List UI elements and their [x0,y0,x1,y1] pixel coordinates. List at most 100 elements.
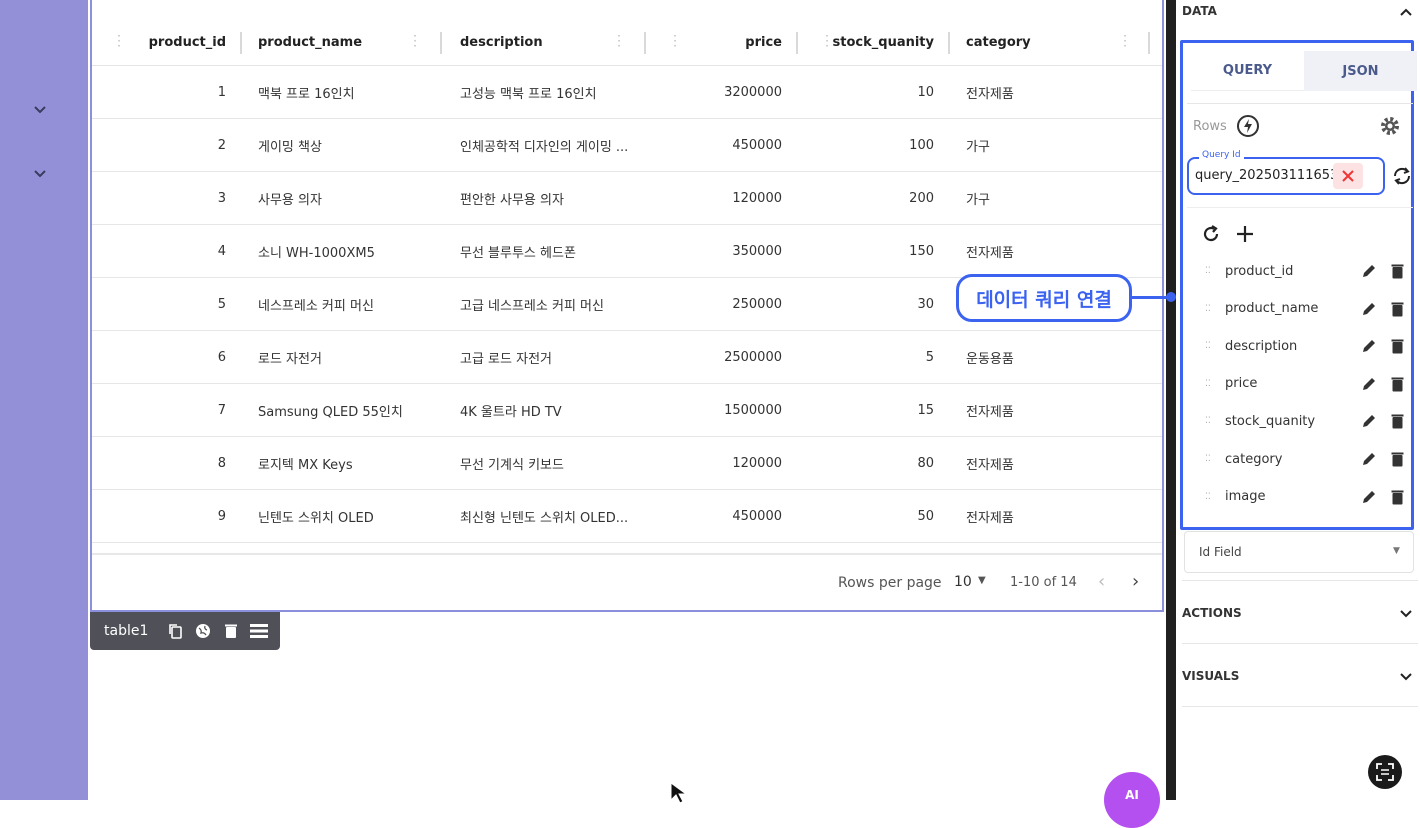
column-resize-handle[interactable] [240,32,242,54]
cell-description: 무선 블루투스 헤드폰 [460,246,576,261]
trash-icon[interactable] [1389,338,1405,354]
divider [1187,103,1413,104]
column-menu-icon[interactable]: · · · [672,30,678,52]
drag-handle-icon[interactable]: ⁚⁚ [1205,342,1213,351]
cell-price: 2500000 [724,350,782,365]
column-resize-handle[interactable] [796,32,798,54]
prev-page-icon[interactable]: ‹ [1098,571,1105,592]
table-row[interactable]: 1 맥북 프로 16인치 고성능 맥북 프로 16인치 3200000 10 전자제품 [92,66,1162,119]
copy-icon[interactable] [166,622,184,640]
column-header-stock-quanity[interactable]: stock_quanity [833,18,934,66]
column-resize-handle[interactable] [644,32,646,54]
lightning-icon[interactable] [1237,115,1259,137]
widget-name[interactable]: table1 [104,623,148,639]
drag-handle-icon[interactable]: ⁚⁚ [1205,304,1213,313]
caret-down-icon[interactable]: ▼ [978,575,986,586]
table-row[interactable]: 4 소니 WH-1000XM5 무선 블루투스 헤드폰 350000 150 전자제품 [92,225,1162,278]
column-header-product-id[interactable]: product_id [132,18,226,66]
divider [1182,706,1418,707]
column-resize-handle[interactable] [948,32,950,54]
field-list: ⁚⁚ product_id ⁚⁚ product_name ⁚⁚ description ⁚… [1187,207,1413,525]
cell-stock: 200 [909,191,934,206]
edit-icon[interactable] [1361,263,1377,279]
edit-icon[interactable] [1361,338,1377,354]
globe-icon[interactable] [194,622,212,640]
table-row[interactable]: 9 닌텐도 스위치 OLED 최신형 닌텐도 스위치 OLED... 450000 50… [92,490,1162,543]
chevron-up-icon[interactable] [1398,4,1414,20]
column-resize-handle[interactable] [1148,32,1150,54]
drag-handle-icon[interactable]: ⁚⁚ [1205,267,1213,276]
cell-price: 120000 [732,191,782,206]
edit-icon[interactable] [1361,376,1377,392]
trash-icon[interactable] [1389,451,1405,467]
table-header: · · · product_id product_name · · · descript… [92,18,1162,66]
tab-query[interactable]: QUERY [1191,51,1304,91]
cell-category: 운동용품 [966,352,1014,367]
chevron-down-icon[interactable] [1398,606,1414,622]
table-row[interactable]: 2 게이밍 책상 인체공학적 디자인의 게이밍 ... 450000 100 가구 [92,119,1162,172]
field-item[interactable]: ⁚⁚ product_id [1205,252,1405,290]
column-menu-icon[interactable]: · · · [616,30,622,52]
field-item[interactable]: ⁚⁚ price [1205,365,1405,403]
drag-handle-icon[interactable]: ⁚⁚ [1205,492,1213,501]
edit-icon[interactable] [1361,413,1377,429]
edit-icon[interactable] [1361,489,1377,505]
query-id-field[interactable]: Query Id query_20250311165344 [1187,150,1385,195]
ai-assistant-button[interactable]: AI [1104,772,1160,828]
column-menu-icon[interactable]: · · · [1122,30,1128,52]
column-menu-icon[interactable]: · · · [412,30,418,52]
trash-icon[interactable] [1389,489,1405,505]
gear-icon[interactable] [1379,115,1401,137]
trash-icon[interactable] [1389,413,1405,429]
field-item[interactable]: ⁚⁚ image [1205,478,1405,516]
field-item[interactable]: ⁚⁚ stock_quanity [1205,402,1405,440]
tab-json[interactable]: JSON [1304,51,1417,91]
cell-description: 최신형 닌텐도 스위치 OLED... [460,511,629,526]
table-row[interactable]: 7 Samsung QLED 55인치 4K 울트라 HD TV 1500000 15 전… [92,384,1162,437]
chevron-down-icon[interactable] [30,100,50,120]
column-header-category[interactable]: category [966,18,1086,66]
trash-icon[interactable] [1389,376,1405,392]
caret-down-icon[interactable]: ▼ [1393,546,1400,556]
drag-handle-icon[interactable]: ⁚⁚ [1205,417,1213,426]
column-header-price[interactable]: price [692,18,782,66]
list-icon[interactable] [250,622,269,640]
table-row[interactable]: 8 로지텍 MX Keys 무선 기계식 키보드 120000 80 전자제품 [92,437,1162,490]
scan-icon[interactable] [1368,755,1402,789]
edit-icon[interactable] [1361,301,1377,317]
column-header-description[interactable]: description [460,18,600,66]
cell-product-id: 6 [217,350,226,365]
chevron-down-icon[interactable] [30,164,50,184]
add-icon[interactable] [1235,224,1255,244]
trash-icon[interactable] [1389,301,1405,317]
visuals-section-title[interactable]: VISUALS [1182,669,1239,683]
table-row[interactable]: 3 사무용 의자 편안한 사무용 의자 120000 200 가구 [92,172,1162,225]
field-item[interactable]: ⁚⁚ category [1205,440,1405,478]
query-config-box: QUERY JSON Rows Query Id query_202503111… [1180,40,1417,530]
cell-product-id: 2 [217,138,226,153]
table-row[interactable]: 6 로드 자전거 고급 로드 자전거 2500000 5 운동용품 [92,331,1162,384]
rows-per-page-select[interactable]: 10 [954,574,972,590]
query-id-value[interactable]: query_20250311165344 [1195,168,1335,183]
column-resize-handle[interactable] [440,32,442,54]
drag-handle-icon[interactable]: ⁚⁚ [1205,379,1213,388]
trash-icon[interactable] [222,622,240,640]
actions-section-title[interactable]: ACTIONS [1182,606,1242,620]
clear-icon[interactable] [1333,163,1363,189]
trash-icon[interactable] [1389,263,1405,279]
data-section-title[interactable]: DATA [1182,4,1217,18]
field-item[interactable]: ⁚⁚ description [1205,327,1405,365]
field-item[interactable]: ⁚⁚ product_name [1205,290,1405,328]
column-header-product-name[interactable]: product_name [258,18,398,66]
cell-product-name: Samsung QLED 55인치 [258,405,403,420]
drag-handle-icon[interactable]: ⁚⁚ [1205,455,1213,464]
column-menu-icon[interactable]: · · · [824,30,830,52]
edit-icon[interactable] [1361,451,1377,467]
id-field-select[interactable]: Id Field ▼ [1184,531,1414,573]
column-menu-icon[interactable]: · · · [116,30,122,52]
cell-product-name: 소니 WH-1000XM5 [258,246,375,261]
sync-icon[interactable] [1391,165,1413,187]
next-page-icon[interactable]: › [1132,571,1139,592]
chevron-down-icon[interactable] [1398,669,1414,685]
refresh-icon[interactable] [1201,224,1221,244]
